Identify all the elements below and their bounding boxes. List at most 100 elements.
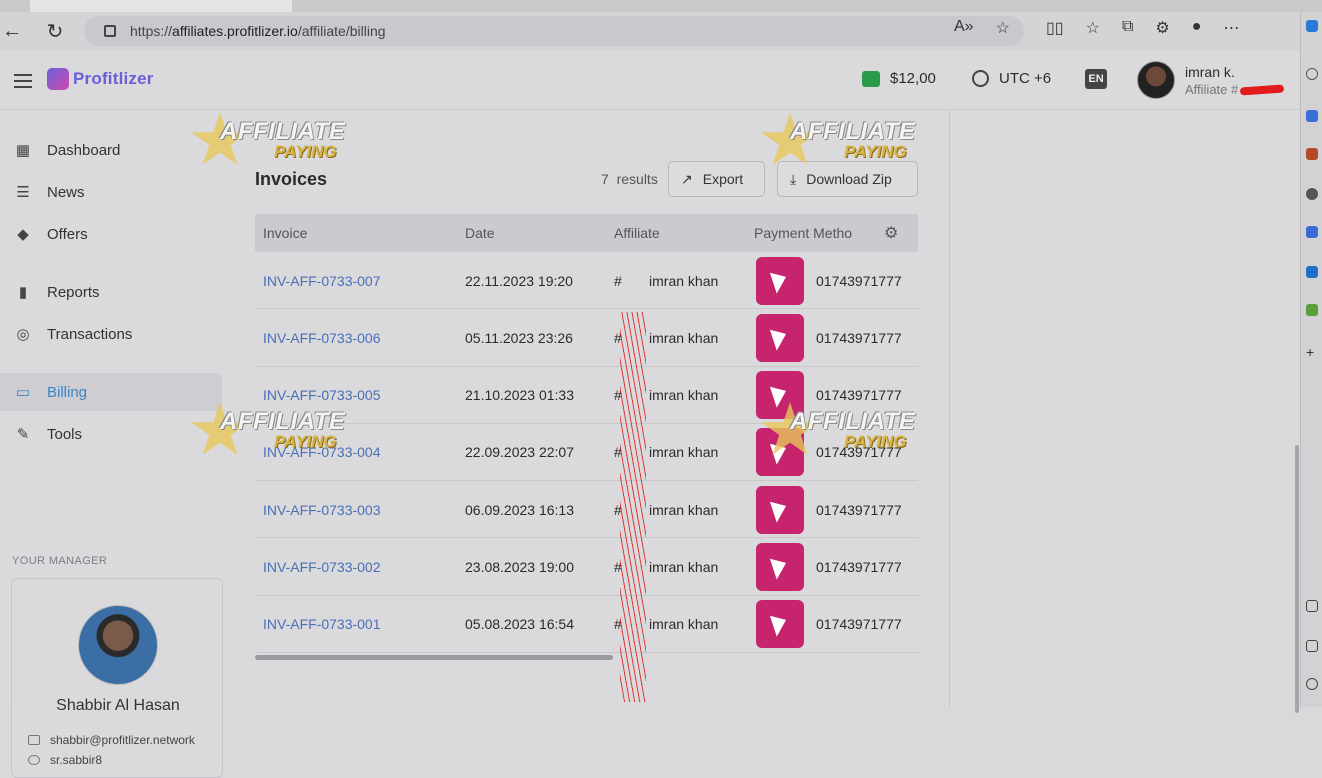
sidebar-item-label: Dashboard (47, 141, 121, 159)
browser-tab[interactable] (30, 0, 292, 12)
microsoft365-icon[interactable] (1306, 226, 1318, 238)
arrow-up-right-icon: ↗ (681, 170, 693, 187)
sidebar-item-dashboard[interactable]: ▦ Dashboard (0, 131, 222, 169)
news-icon: ☰ (16, 184, 30, 201)
more-icon[interactable]: ⋯ (1223, 18, 1239, 38)
drop-icon[interactable] (1306, 304, 1318, 316)
table-row[interactable]: INV-AFF-0733-001 05.08.2023 16:54 # imran … (255, 596, 918, 654)
watermark: AFFILIATE PAYING (190, 402, 390, 462)
split-screen-icon[interactable]: ▯▯ (1046, 18, 1064, 38)
redaction-scribble (620, 312, 646, 702)
user-menu[interactable]: imran k. Affiliate # (1137, 61, 1285, 99)
lock-icon (104, 25, 116, 37)
payment-method-cell: 01743971777 (756, 596, 902, 653)
favorite-star-icon[interactable]: ☆ (996, 18, 1010, 38)
bkash-icon (756, 313, 804, 362)
payment-account: 01743971777 (816, 501, 902, 518)
column-payment-method[interactable]: Payment Metho (754, 225, 852, 241)
card-icon: ▭ (15, 384, 31, 401)
menu-icon[interactable] (14, 74, 32, 92)
wrench-icon: ✎ (16, 426, 30, 443)
page-title: Invoices (255, 169, 328, 189)
sidebar-item-news[interactable]: ☰ News (0, 173, 222, 211)
payment-account: 01743971777 (816, 616, 902, 633)
timezone[interactable]: UTC +6 (972, 70, 1051, 87)
table-row[interactable]: INV-AFF-0733-003 06.09.2023 16:13 # imran … (255, 481, 918, 539)
redaction-scribble (1240, 84, 1285, 96)
back-icon[interactable]: ← (0, 19, 24, 43)
tools-icon[interactable] (1306, 148, 1318, 160)
sidebar-item-reports[interactable]: ▮ Reports (0, 273, 222, 311)
sidebar-item-label: Billing (47, 383, 88, 401)
export-button[interactable]: ↗ Export (668, 161, 765, 197)
search-icon[interactable] (1306, 68, 1318, 80)
sidebar-item-label: Offers (47, 225, 88, 243)
sidebar-item-tools[interactable]: ✎ Tools (0, 415, 222, 453)
logo[interactable]: Profitlizer (47, 68, 154, 90)
copilot-icon[interactable] (1306, 20, 1318, 32)
sidebar-toggle-icon[interactable] (1306, 600, 1318, 612)
payment-method-cell: 01743971777 (756, 252, 902, 309)
vertical-scrollbar[interactable] (1295, 445, 1299, 713)
games-icon[interactable] (1306, 188, 1318, 200)
browser-tab-strip (0, 0, 1322, 12)
payment-method-cell: 01743971777 (756, 481, 902, 538)
sidebar-item-label: Tools (47, 425, 83, 443)
extension-icon[interactable]: ⚙ (1155, 18, 1169, 38)
profile-icon[interactable]: ● (1192, 18, 1202, 38)
invoice-date: 21.10.2023 01:33 (465, 387, 574, 404)
timezone-label: UTC +6 (999, 70, 1052, 87)
reload-icon[interactable]: ↻ (43, 19, 67, 43)
read-aloud-icon[interactable]: A͏» (954, 18, 974, 38)
invoice-link[interactable]: INV-AFF-0733-001 (263, 596, 381, 653)
table-row[interactable]: INV-AFF-0733-007 22.11.2023 19:20 # imran … (255, 252, 918, 310)
balance-amount: $12,00 (890, 70, 936, 87)
invoice-date: 23.08.2023 19:00 (465, 558, 574, 575)
invoice-link[interactable]: INV-AFF-0733-007 (263, 252, 381, 309)
column-invoice[interactable]: Invoice (263, 225, 307, 241)
shopping-icon[interactable] (1306, 110, 1318, 122)
payment-method-cell: 01743971777 (756, 538, 902, 595)
sidebar-item-billing[interactable]: ▭ Billing (0, 373, 222, 411)
browser-toolbar: ← ↻ https://affiliates.profitlizer.io/af… (0, 12, 1300, 50)
invoice-link[interactable]: INV-AFF-0733-002 (263, 538, 381, 595)
favorites-icon[interactable]: ☆ (1086, 18, 1100, 38)
address-bar[interactable]: https://affiliates.profitlizer.io/affili… (84, 16, 1024, 46)
manager-email[interactable]: shabbir@profitlizer.network (28, 733, 195, 747)
invoice-date: 05.11.2023 23:26 (465, 329, 573, 346)
language-selector[interactable]: EN (1085, 69, 1107, 89)
download-icon: ⤓ (790, 170, 797, 187)
external-icon[interactable] (1306, 640, 1318, 652)
outlook-icon[interactable] (1306, 266, 1318, 278)
logo-text: Profitlizer (73, 69, 154, 88)
add-icon[interactable]: + (1306, 345, 1318, 359)
logo-mark-icon (47, 68, 69, 90)
watermark: AFFILIATE PAYING (760, 112, 960, 172)
browser-extensions: ▯▯ ☆ ⧉ ⚙ ● ⋯ (1046, 18, 1239, 38)
horizontal-scrollbar[interactable] (255, 655, 613, 660)
collections-icon[interactable]: ⧉ (1122, 18, 1133, 38)
column-date[interactable]: Date (465, 225, 495, 241)
bkash-icon (756, 256, 804, 305)
invoice-date: 05.08.2023 16:54 (465, 616, 574, 633)
invoice-date: 06.09.2023 16:13 (465, 501, 574, 518)
sidebar-item-transactions[interactable]: ◎ Transactions (0, 315, 222, 353)
table-row[interactable]: INV-AFF-0733-006 05.11.2023 23:26 # imran … (255, 309, 918, 367)
manager-skype[interactable]: sr.sabbir8 (28, 753, 102, 767)
sidebar-item-offers[interactable]: ◆ Offers (0, 215, 222, 253)
clock-icon (972, 70, 989, 87)
manager-card: Shabbir Al Hasan shabbir@profitlizer.net… (11, 578, 223, 778)
app: Profitlizer $12,00 UTC +6 EN imran k. Af… (0, 50, 1300, 778)
gear-icon[interactable]: ⚙ (884, 223, 898, 243)
payment-account: 01743971777 (816, 272, 902, 289)
settings-icon[interactable] (1306, 678, 1318, 690)
column-affiliate[interactable]: Affiliate (614, 225, 660, 241)
table-header: Invoice Date Affiliate Payment Metho ⚙ (255, 214, 918, 252)
edge-sidebar: + (1300, 12, 1322, 707)
invoice-link[interactable]: INV-AFF-0733-003 (263, 481, 381, 538)
balance[interactable]: $12,00 (862, 70, 936, 87)
invoice-link[interactable]: INV-AFF-0733-006 (263, 309, 381, 366)
invoice-date: 22.09.2023 22:07 (465, 444, 574, 461)
sidebar-item-label: News (47, 183, 85, 201)
table-row[interactable]: INV-AFF-0733-002 23.08.2023 19:00 # imran … (255, 538, 918, 596)
